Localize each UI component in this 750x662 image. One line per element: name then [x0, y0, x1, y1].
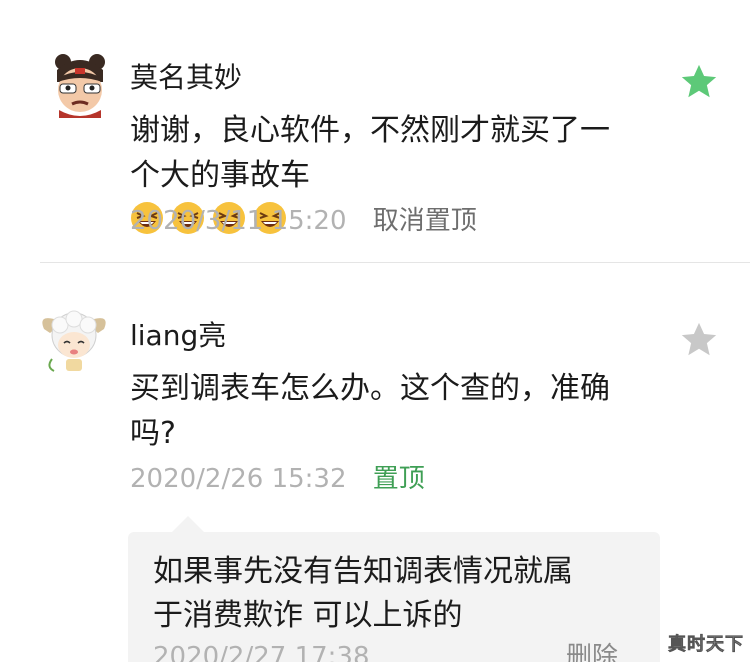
comment-item: 莫名其妙 谢谢，良心软件，不然刚才就买了一 个大的事故车 2020/3/11 1…	[0, 0, 750, 262]
reply-text: 如果事先没有告知调表情况就属 于消费欺诈 可以上诉的	[153, 554, 573, 633]
avatar[interactable]	[45, 48, 115, 118]
unpin-button[interactable]: 取消置顶	[373, 206, 477, 236]
reply-meta: 2020/2/27 17:38 删除	[153, 640, 643, 662]
comment-timestamp: 2020/3/11 15:20	[130, 206, 347, 236]
comment-list-page: 莫名其妙 谢谢，良心软件，不然刚才就买了一 个大的事故车 2020/3/11 1…	[0, 0, 750, 662]
delete-button[interactable]: 删除	[566, 640, 618, 662]
cartoon-sheep-avatar-icon	[40, 307, 108, 375]
reply-timestamp: 2020/2/27 17:38	[153, 642, 370, 662]
watermark-logo: 真时天下	[668, 634, 744, 656]
comment-username: 莫名其妙	[130, 61, 243, 94]
comment-meta: 2020/2/26 15:32 置顶	[130, 462, 425, 496]
comment-text-content: 谢谢，良心软件，不然刚才就买了一 个大的事故车	[130, 113, 610, 193]
comment-text: 买到调表车怎么办。这个查的，准确 吗?	[130, 371, 610, 451]
comment-timestamp: 2020/2/26 15:32	[130, 464, 347, 494]
avatar[interactable]	[40, 307, 108, 375]
pin-button[interactable]: 置顶	[373, 464, 425, 494]
reply-box: 如果事先没有告知调表情况就属 于消费欺诈 可以上诉的 2020/2/27 17:…	[128, 532, 660, 662]
cartoon-boy-avatar-icon	[45, 48, 115, 118]
comment-meta: 2020/3/11 15:20 取消置顶	[130, 204, 477, 238]
reply-pointer	[172, 516, 204, 532]
star-icon[interactable]	[678, 61, 720, 103]
comment-username: liang亮	[130, 319, 227, 352]
star-icon[interactable]	[678, 319, 720, 361]
